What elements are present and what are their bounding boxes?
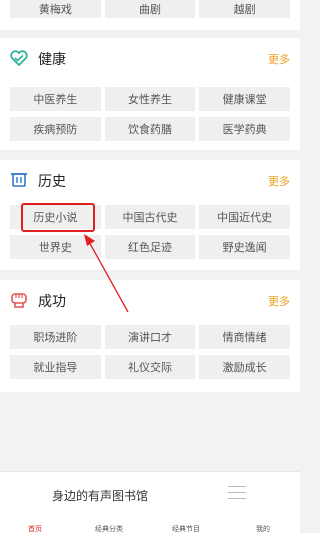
category-chip[interactable]: 越剧 bbox=[199, 0, 290, 18]
section-header: 成功 更多 bbox=[0, 280, 300, 320]
category-chip[interactable]: 中国近代史 bbox=[199, 205, 290, 229]
bottom-tab-bar: 首页 经典分类 经典节目 我的 bbox=[0, 515, 300, 533]
section-header: 历史 更多 bbox=[0, 160, 300, 200]
category-chip[interactable]: 疾病预防 bbox=[10, 117, 101, 141]
category-chip[interactable]: 中国古代史 bbox=[104, 205, 196, 229]
tab-mine[interactable]: 我的 bbox=[256, 524, 270, 533]
annotation-highlight-box bbox=[21, 203, 95, 232]
category-chip[interactable]: 情商情绪 bbox=[199, 325, 290, 349]
tab-home[interactable]: 首页 bbox=[28, 524, 42, 533]
success-section: 成功 更多 职场进阶 演讲口才 情商情绪 就业指导 礼仪交际 激励成长 bbox=[0, 280, 300, 392]
more-link[interactable]: 更多 bbox=[268, 293, 290, 309]
more-link[interactable]: 更多 bbox=[268, 173, 290, 189]
category-chip[interactable]: 医学药典 bbox=[199, 117, 290, 141]
category-chip[interactable]: 野史逸闻 bbox=[199, 235, 290, 259]
category-chip[interactable]: 职场进阶 bbox=[10, 325, 101, 349]
section-header: 健康 更多 bbox=[0, 38, 300, 78]
section-title: 历史 bbox=[38, 174, 66, 190]
category-chip[interactable]: 演讲口才 bbox=[104, 325, 196, 349]
section-title: 成功 bbox=[38, 294, 66, 310]
category-chip[interactable]: 健康课堂 bbox=[199, 87, 290, 111]
banner-text: 身边的有声图书馆 bbox=[52, 489, 149, 503]
playlist-icon[interactable] bbox=[228, 486, 246, 502]
category-chip[interactable]: 饮食药膳 bbox=[104, 117, 196, 141]
temple-icon bbox=[11, 173, 27, 187]
more-link[interactable]: 更多 bbox=[268, 51, 290, 67]
opera-category-row: 黄梅戏 曲剧 越剧 bbox=[0, 0, 300, 30]
tab-classic-categories[interactable]: 经典分类 bbox=[95, 524, 123, 533]
category-chip[interactable]: 女性养生 bbox=[104, 87, 196, 111]
category-chip[interactable]: 黄梅戏 bbox=[10, 0, 101, 18]
player-banner[interactable]: 身边的有声图书馆 bbox=[0, 471, 300, 515]
category-chip[interactable]: 中医养生 bbox=[10, 87, 101, 111]
health-section: 健康 更多 中医养生 女性养生 健康课堂 疾病预防 饮食药膳 医学药典 bbox=[0, 38, 300, 150]
category-chip[interactable]: 就业指导 bbox=[10, 355, 101, 379]
category-chip[interactable]: 世界史 bbox=[10, 235, 101, 259]
category-chip[interactable]: 激励成长 bbox=[199, 355, 290, 379]
category-chip[interactable]: 礼仪交际 bbox=[104, 355, 196, 379]
section-title: 健康 bbox=[38, 52, 66, 68]
heart-icon bbox=[10, 50, 28, 67]
fist-icon bbox=[11, 293, 27, 308]
category-chip[interactable]: 曲剧 bbox=[104, 0, 196, 18]
category-chip[interactable]: 红色足迹 bbox=[104, 235, 196, 259]
tab-classic-programs[interactable]: 经典节目 bbox=[172, 524, 200, 533]
